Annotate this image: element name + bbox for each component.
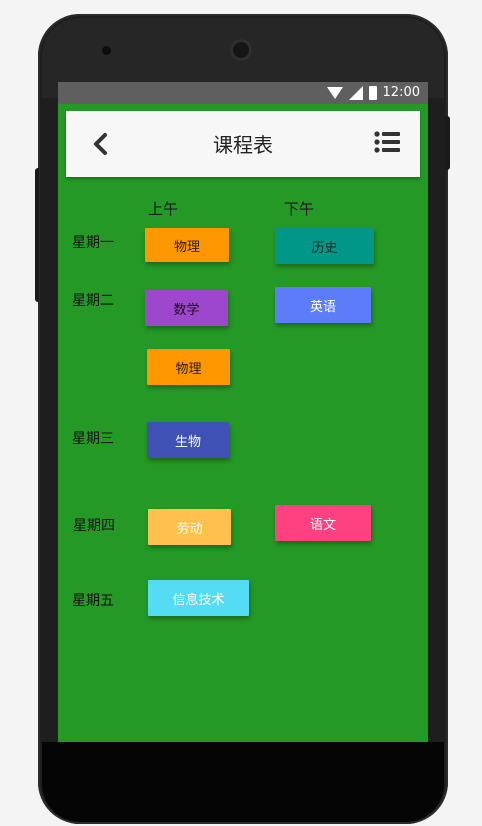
day-label-wed: 星期三 [72, 431, 114, 447]
day-label-fri: 星期五 [72, 593, 114, 609]
list-icon[interactable] [374, 131, 400, 153]
day-label-tue: 星期二 [72, 293, 114, 309]
course-card-wed-morning[interactable]: 生物 [147, 422, 229, 458]
course-card-tue-morning-1[interactable]: 数学 [145, 290, 228, 326]
course-card-fri-morning[interactable]: 信息技术 [148, 580, 249, 616]
column-header-afternoon: 下午 [284, 200, 315, 218]
column-header-morning: 上午 [148, 200, 179, 218]
volume-button [35, 168, 39, 302]
signal-icon [348, 86, 363, 100]
course-card-mon-afternoon[interactable]: 历史 [275, 228, 374, 264]
status-icons: 12:00 [326, 85, 420, 101]
course-card-thu-morning[interactable]: 劳动 [148, 509, 231, 545]
app-bar: 课程表 [66, 111, 420, 177]
course-card-tue-morning-2[interactable]: 物理 [147, 349, 230, 385]
day-label-mon: 星期一 [72, 235, 114, 251]
screen: 12:00 课程表 上午 下午 星期一 星期二 星期三 星期四 星期五 物理 历… [58, 82, 428, 742]
day-label-thu: 星期四 [73, 518, 115, 534]
course-card-mon-morning[interactable]: 物理 [145, 228, 229, 262]
status-bar: 12:00 [58, 82, 428, 104]
status-time: 12:00 [382, 85, 420, 100]
page-title: 课程表 [213, 133, 273, 157]
camera-icon [102, 46, 111, 55]
course-card-tue-afternoon[interactable]: 英语 [275, 287, 371, 323]
power-button [445, 116, 450, 170]
speaker-icon [230, 39, 252, 61]
course-card-thu-afternoon[interactable]: 语文 [275, 505, 371, 541]
wifi-icon [326, 87, 343, 99]
phone-bottom-bezel [42, 742, 444, 822]
battery-icon [368, 86, 377, 100]
